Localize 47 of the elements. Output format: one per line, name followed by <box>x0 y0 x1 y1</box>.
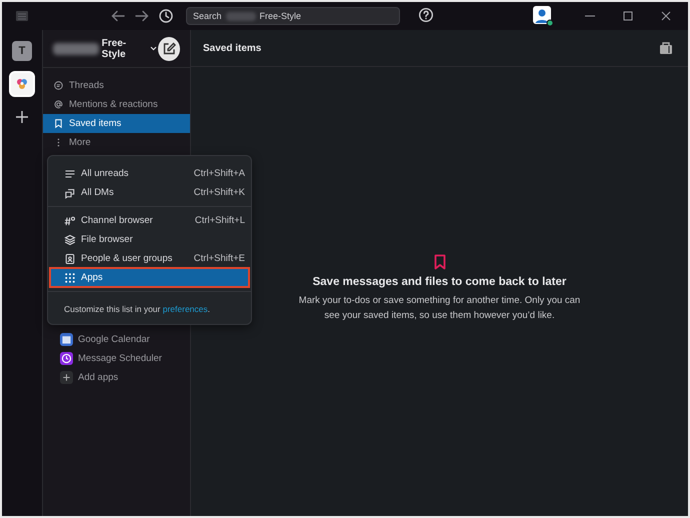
forward-arrow-icon[interactable] <box>134 8 150 24</box>
back-arrow-icon[interactable] <box>110 8 126 24</box>
plus-icon[interactable] <box>14 109 30 125</box>
app-item[interactable]: Google Calendar <box>43 330 190 349</box>
chevron-down-icon <box>148 44 158 53</box>
menu-item[interactable]: Channel browser Ctrl+Shift+L <box>50 211 249 230</box>
empty-state-text: Mark your to-dos or save something for another time. Only you can see your saved items, so use them however you’d like. <box>298 294 582 323</box>
grid-dots-icon <box>64 272 76 284</box>
contact-card-icon <box>64 252 76 264</box>
hash-person-icon <box>64 214 76 226</box>
toolbox-icon[interactable] <box>658 40 674 56</box>
search-field[interactable]: Search Free-Style <box>186 7 400 25</box>
menu-item[interactable]: Apps <box>50 268 249 287</box>
help-icon[interactable] <box>418 7 436 25</box>
chat-bubbles-icon <box>64 186 76 198</box>
bookmark-icon <box>53 118 64 129</box>
lines-icon <box>64 168 76 180</box>
sidebar-item[interactable]: Mentions & reactions <box>43 95 190 114</box>
page-title: Saved items <box>203 42 262 54</box>
thread-icon <box>53 80 64 91</box>
empty-state-heading: Save messages and files to come back to later <box>312 276 566 288</box>
clock-icon[interactable] <box>158 8 174 24</box>
preferences-link[interactable]: preferences <box>162 304 208 314</box>
app-item[interactable]: Add apps <box>43 368 190 387</box>
menu-item[interactable]: File browser <box>50 230 249 249</box>
bookmark-icon <box>432 254 448 270</box>
menu-footer-text: Customize this list in your preferences. <box>63 303 211 316</box>
menu-icon[interactable] <box>14 8 30 24</box>
sidebar-item[interactable]: More <box>43 133 190 152</box>
app-item[interactable]: Message Scheduler <box>43 349 190 368</box>
sidebar-item[interactable]: Threads <box>43 76 190 95</box>
menu-item[interactable]: People & user groups Ctrl+Shift+E <box>50 249 249 268</box>
menu-item[interactable]: All unreads Ctrl+Shift+A <box>50 164 249 183</box>
menu-item[interactable]: All DMs Ctrl+Shift+K <box>50 183 249 202</box>
workspace-button[interactable]: T <box>12 41 32 61</box>
at-sign-icon <box>53 99 64 110</box>
workspace-name: Free-Style <box>260 11 302 21</box>
redacted-block <box>226 12 256 20</box>
sidebar-item[interactable]: Saved items <box>43 114 190 133</box>
workspace-logo-button[interactable] <box>9 71 35 97</box>
stacked-layers-icon <box>64 234 76 246</box>
workspace-menu[interactable]: Free-Style <box>53 38 158 60</box>
workspace-name: Free-Style <box>102 38 128 60</box>
user-avatar-icon[interactable] <box>532 5 554 27</box>
compose-button[interactable] <box>158 36 180 60</box>
redacted-block <box>53 42 99 54</box>
search-label: Search <box>193 11 222 21</box>
